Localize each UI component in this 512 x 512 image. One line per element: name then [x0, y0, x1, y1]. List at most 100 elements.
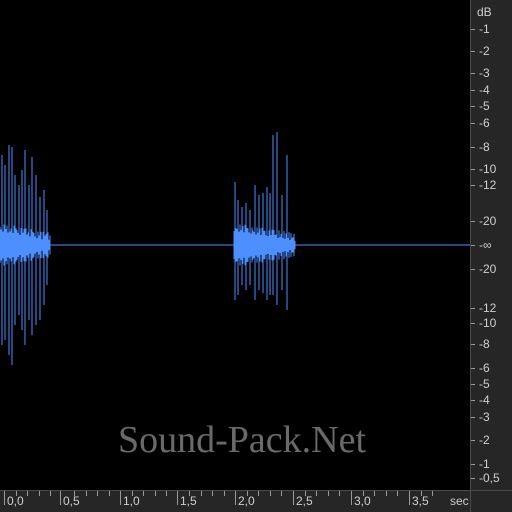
time-label: 3,0: [354, 494, 371, 508]
time-tick: [293, 491, 294, 505]
db-label: -8: [479, 140, 490, 154]
db-label: -5: [479, 99, 490, 113]
db-ruler: dB -1 -2 -3 -4 -5 -6 -8 -10 -12 -20 -∞ -…: [470, 0, 512, 490]
time-label: 1,5: [180, 494, 197, 508]
waveform-canvas[interactable]: [0, 0, 470, 490]
time-minor-tick: [74, 491, 75, 496]
time-ruler: 0,0 0,5 1,0 1,5 2,0 2,5 3,0 3,5 sec: [0, 490, 470, 512]
db-tick: [471, 478, 475, 479]
time-minor-tick: [339, 491, 340, 496]
db-label: -20: [479, 214, 497, 228]
time-tick: [4, 491, 5, 505]
db-tick: [471, 51, 475, 52]
db-label: -1: [479, 22, 490, 36]
time-minor-tick: [97, 491, 98, 496]
time-minor-tick: [155, 491, 156, 496]
db-tick: [471, 245, 475, 246]
time-label: 0,5: [63, 494, 80, 508]
time-minor-tick: [421, 491, 422, 496]
db-tick: [471, 440, 475, 441]
db-tick: [471, 308, 475, 309]
db-label: -5: [479, 377, 490, 391]
db-label: -3: [479, 66, 490, 80]
db-tick: [471, 269, 475, 270]
db-tick: [471, 90, 475, 91]
db-tick: [471, 73, 475, 74]
db-tick: [471, 400, 475, 401]
waveform-burst-2: [233, 132, 296, 310]
time-minor-tick: [189, 491, 190, 496]
db-label: -10: [479, 162, 497, 176]
time-minor-tick: [328, 491, 329, 496]
db-tick: [471, 384, 475, 385]
time-label: 0,0: [7, 494, 24, 508]
time-minor-tick: [397, 491, 398, 496]
db-tick: [471, 368, 475, 369]
watermark-text: Sound-Pack.Net: [118, 419, 367, 461]
time-minor-tick: [363, 491, 364, 496]
time-minor-tick: [143, 491, 144, 496]
time-minor-tick: [39, 491, 40, 496]
waveform-burst-1: [0, 145, 51, 365]
time-minor-tick: [258, 491, 259, 496]
db-tick: [471, 29, 475, 30]
time-minor-tick: [316, 491, 317, 496]
db-label: -4: [479, 83, 490, 97]
time-unit-label: sec: [450, 494, 469, 508]
db-label: -12: [479, 301, 497, 315]
time-tick: [177, 491, 178, 505]
time-label: 2,0: [238, 494, 255, 508]
time-minor-tick: [305, 491, 306, 496]
time-label: 1,0: [123, 494, 140, 508]
db-tick: [471, 185, 475, 186]
ruler-corner: [470, 490, 512, 512]
db-label: -10: [479, 316, 497, 330]
time-minor-tick: [201, 491, 202, 496]
db-tick: [471, 106, 475, 107]
db-tick: [471, 123, 475, 124]
time-minor-tick: [224, 491, 225, 496]
db-label: -2: [479, 433, 490, 447]
time-label: 3,5: [412, 494, 429, 508]
time-tick: [409, 491, 410, 505]
db-label: -20: [479, 262, 497, 276]
db-label: -1: [479, 457, 490, 471]
db-unit-label: dB: [477, 5, 492, 19]
db-label: -4: [479, 393, 490, 407]
time-minor-tick: [247, 491, 248, 496]
time-minor-tick: [432, 491, 433, 496]
time-minor-tick: [86, 491, 87, 496]
db-tick: [471, 221, 475, 222]
time-minor-tick: [109, 491, 110, 496]
time-minor-tick: [50, 491, 51, 496]
db-label: -0,5: [479, 471, 500, 485]
time-tick: [351, 491, 352, 505]
db-tick: [471, 147, 475, 148]
time-label: 2,5: [296, 494, 313, 508]
db-label: -6: [479, 116, 490, 130]
db-tick: [471, 464, 475, 465]
time-minor-tick: [386, 491, 387, 496]
db-tick: [471, 323, 475, 324]
time-minor-tick: [270, 491, 271, 496]
time-minor-tick: [16, 491, 17, 496]
time-minor-tick: [132, 491, 133, 496]
time-tick: [120, 491, 121, 505]
waveform-display[interactable]: Sound-Pack.Net: [0, 0, 470, 490]
db-tick: [471, 169, 475, 170]
db-label: -3: [479, 410, 490, 424]
db-label: -8: [479, 337, 490, 351]
time-minor-tick: [27, 491, 28, 496]
time-minor-tick: [166, 491, 167, 496]
time-minor-tick: [212, 491, 213, 496]
db-center-label: -∞: [479, 238, 492, 252]
time-minor-tick: [374, 491, 375, 496]
time-minor-tick: [281, 491, 282, 496]
db-tick: [471, 417, 475, 418]
time-tick: [60, 491, 61, 505]
db-label: -12: [479, 178, 497, 192]
time-tick: [235, 491, 236, 505]
db-label: -6: [479, 361, 490, 375]
db-label: -2: [479, 44, 490, 58]
db-tick: [471, 344, 475, 345]
